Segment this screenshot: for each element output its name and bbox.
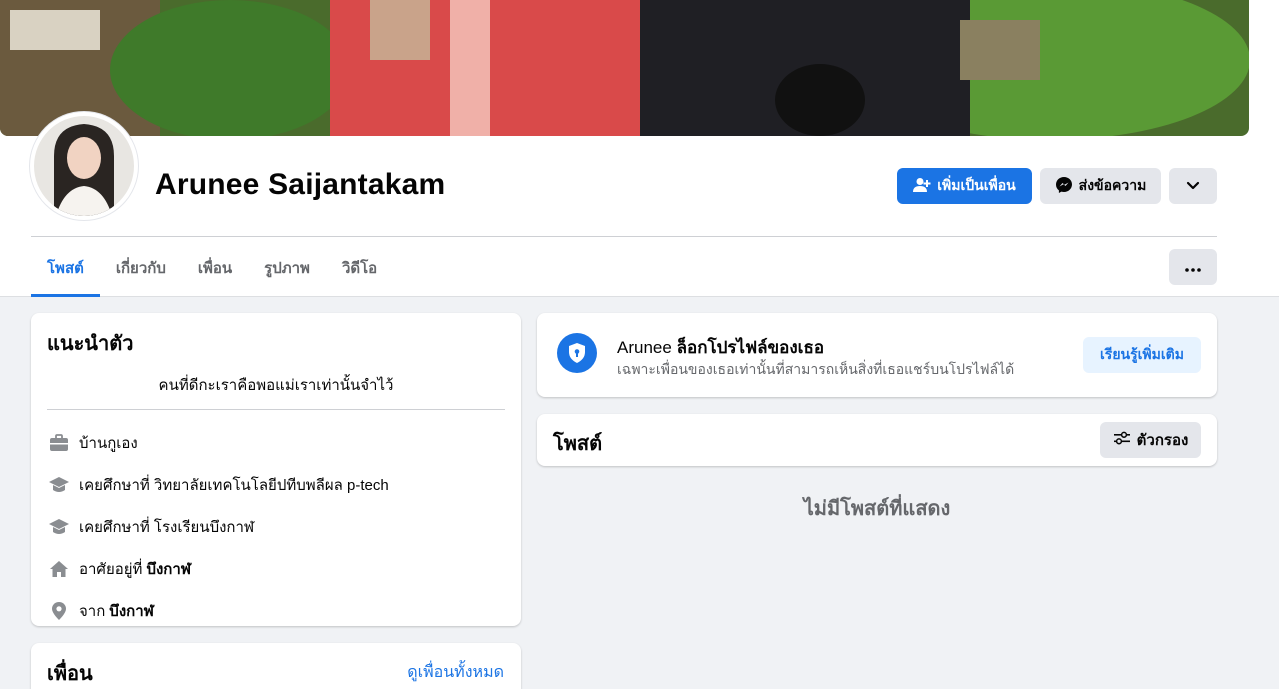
intro-item-from: จาก บึงกาฬ [47,590,505,632]
tab-about[interactable]: เกี่ยวกับ [100,238,182,297]
intro-list: บ้านกูเอง เคยศึกษาที่ วิทยาลัยเทคโนโลยีป… [47,422,505,632]
profile-header: Arunee Saijantakam เพิ่มเป็นเพื่อน ส่งข้… [0,0,1279,297]
profile-tabs: โพสต์ เกี่ยวกับ เพื่อน รูปภาพ วิดีโอ [31,238,393,297]
profile-name: Arunee Saijantakam [155,168,446,201]
intro-item-label: จาก [79,603,106,620]
profile-avatar[interactable] [30,112,138,220]
shield-lock-icon [557,333,597,373]
locked-title-rest: ล็อกโปรไฟล์ของเธอ [676,338,825,357]
more-options-button[interactable] [1169,168,1217,204]
intro-bio: คนที่ดีกะเราคือพอแม่เราเท่านั้นจำไว้ [47,373,505,410]
filter-label: ตัวกรอง [1136,432,1189,449]
locked-profile-card: Arunee ล็อกโปรไฟล์ของเธอ เฉพาะเพื่อนของเ… [537,313,1217,397]
location-pin-icon [47,599,71,623]
intro-card: แนะนำตัว คนที่ดีกะเราคือพอแม่เราเท่านั้น… [31,313,521,626]
message-label: ส่งข้อความ [1078,177,1147,193]
tab-friends[interactable]: เพื่อน [182,238,248,297]
intro-title: แนะนำตัว [47,333,134,355]
intro-item-education: เคยศึกษาที่ วิทยาลัยเทคโนโลยีปทีบพลีผล p… [47,464,505,506]
avatar [34,116,134,216]
add-friend-button[interactable]: เพิ่มเป็นเพื่อน [897,168,1032,204]
intro-item-label: บ้านกูเอง [79,435,138,452]
tabs-more-button[interactable] [1169,249,1217,285]
locked-name: Arunee [617,338,672,357]
intro-item-link[interactable]: บึงกาฬ [146,557,191,581]
briefcase-icon [47,431,71,455]
home-icon [47,557,71,581]
intro-item-label: เคยศึกษาที่ โรงเรียนบึงกาฬ [79,519,255,536]
intro-item-lives-in: อาศัยอยู่ที่ บึงกาฬ [47,548,505,590]
message-button[interactable]: ส่งข้อความ [1040,168,1161,204]
cover-photo[interactable] [0,0,1249,136]
chevron-down-icon [1186,178,1200,194]
add-friend-icon [913,177,931,196]
posts-card: โพสต์ ตัวกรอง [537,414,1217,466]
tab-videos[interactable]: วิดีโอ [326,238,393,297]
add-friend-label: เพิ่มเป็นเพื่อน [937,177,1016,193]
ellipsis-icon [1185,259,1201,275]
filter-button[interactable]: ตัวกรอง [1100,422,1201,458]
intro-item-label: เคยศึกษาที่ วิทยาลัยเทคโนโลยีปทีบพลีผล p… [79,477,389,494]
intro-item-label: อาศัยอยู่ที่ [79,561,143,578]
graduation-cap-icon [47,515,71,539]
see-all-friends-link[interactable]: ดูเพื่อนทั้งหมด [407,660,504,685]
intro-item-link[interactable]: บึงกาฬ [109,599,154,623]
friends-card: เพื่อน ดูเพื่อนทั้งหมด [31,643,521,689]
intro-item-education: เคยศึกษาที่ โรงเรียนบึงกาฬ [47,506,505,548]
posts-title: โพสต์ [553,433,603,455]
tab-photos[interactable]: รูปภาพ [248,238,326,297]
header-divider [31,236,1217,237]
tab-posts[interactable]: โพสต์ [31,238,100,297]
messenger-icon [1055,176,1073,197]
filter-icon [1113,431,1131,449]
intro-item-work: บ้านกูเอง [47,422,505,464]
learn-more-button[interactable]: เรียนรู้เพิ่มเติม [1083,337,1201,373]
empty-posts-message: ไม่มีโพสต์ที่แสดง [803,498,951,520]
locked-subtitle: เฉพาะเพื่อนของเธอเท่านั้นที่สามารถเห็นสิ… [617,361,1015,377]
locked-title: Arunee ล็อกโปรไฟล์ของเธอ [617,334,824,361]
graduation-cap-icon [47,473,71,497]
